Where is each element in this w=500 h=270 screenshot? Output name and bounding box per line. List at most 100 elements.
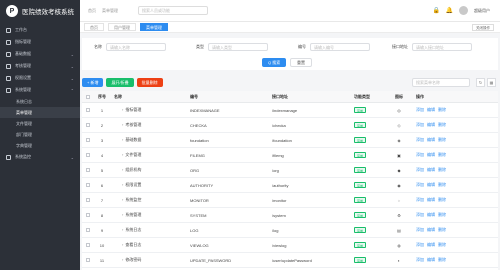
delete-link[interactable]: 删除 (438, 107, 446, 113)
row-checkbox[interactable] (86, 123, 90, 127)
row-checkbox[interactable] (86, 168, 90, 172)
tab-users[interactable]: 用户管理 (108, 23, 136, 31)
sidebar-item-dept[interactable]: 部门管理 (0, 129, 80, 140)
batch-delete-button[interactable]: 批量删除 (136, 77, 163, 87)
sidebar-item-system[interactable]: 系统管理 ⌃ (0, 84, 80, 96)
row-checkbox[interactable] (86, 108, 90, 112)
edit-link[interactable]: 编辑 (427, 182, 435, 188)
user-name[interactable]: 超级用户 (474, 8, 490, 14)
tab-home[interactable]: 首页 (84, 23, 104, 31)
table-row[interactable]: 9 › 系统日志 LOG/log 菜单 ▤ 添加 编辑 删除 (82, 223, 498, 238)
table-row[interactable]: 7 › 系统监控 MONITOR/monitor 菜单 ◌ 添加 编辑 删除 (82, 193, 498, 208)
delete-link[interactable]: 删除 (438, 167, 446, 173)
expand-caret-icon[interactable]: › (122, 137, 123, 142)
sidebar-item-syslog[interactable]: 系统日志 (0, 96, 80, 107)
table-row[interactable]: 1 › 指标管理 INDEXMANAGE/indexmanage 菜单 ◎ 添加 编辑 删除 (82, 103, 498, 118)
add-child-link[interactable]: 添加 (416, 182, 424, 188)
sidebar-item-permissions[interactable]: 权限设置 ⌄ (0, 72, 80, 84)
row-checkbox[interactable] (86, 258, 90, 262)
path-input[interactable]: 请输入接口地址 (412, 43, 472, 51)
edit-link[interactable]: 编辑 (427, 242, 435, 248)
edit-link[interactable]: 编辑 (427, 227, 435, 233)
expand-caret-icon[interactable]: › (122, 242, 123, 247)
bell-icon[interactable]: 🔔 (446, 7, 453, 14)
sidebar-item-monitor[interactable]: 系统监控 ⌄ (0, 151, 80, 163)
reset-button[interactable]: 重置 (290, 58, 312, 67)
edit-link[interactable]: 编辑 (427, 167, 435, 173)
type-input[interactable]: 请输入类型 (208, 43, 268, 51)
add-child-link[interactable]: 添加 (416, 257, 424, 263)
search-button[interactable]: Q 搜索 (262, 58, 287, 67)
sidebar-item-basedata[interactable]: 基础数据 ⌄ (0, 48, 80, 60)
select-all-checkbox[interactable] (86, 94, 90, 99)
add-child-link[interactable]: 添加 (416, 167, 424, 173)
delete-link[interactable]: 删除 (438, 137, 446, 143)
delete-link[interactable]: 删除 (438, 227, 446, 233)
table-row[interactable]: 5 › 组织机构 ORG/org 菜单 ◆ 添加 编辑 删除 (82, 163, 498, 178)
expand-caret-icon[interactable]: › (122, 257, 123, 262)
sidebar-item-menu-manage[interactable]: 菜单管理 (0, 107, 80, 118)
delete-link[interactable]: 删除 (438, 182, 446, 188)
name-input[interactable]: 请输入名称 (106, 43, 166, 51)
add-child-link[interactable]: 添加 (416, 107, 424, 113)
row-checkbox[interactable] (86, 198, 90, 202)
lock-icon[interactable]: 🔒 (433, 7, 440, 14)
sidebar-item-dict[interactable]: 字典管理 (0, 140, 80, 151)
delete-link[interactable]: 删除 (438, 242, 446, 248)
add-child-link[interactable]: 添加 (416, 212, 424, 218)
expand-caret-icon[interactable]: › (122, 182, 123, 187)
expand-caret-icon[interactable]: › (122, 167, 123, 172)
table-row[interactable]: 4 › 文件管理 FILEMG/filemg 菜单 ▣ 添加 编辑 删除 (82, 148, 498, 163)
expand-caret-icon[interactable]: › (122, 122, 123, 127)
add-child-link[interactable]: 添加 (416, 197, 424, 203)
edit-link[interactable]: 编辑 (427, 257, 435, 263)
breadcrumb-home[interactable]: 首页 (88, 8, 96, 14)
edit-link[interactable]: 编辑 (427, 137, 435, 143)
expand-collapse-button[interactable]: 展开/折叠 (106, 77, 134, 87)
table-row[interactable]: 3 › 基础数据 foundation/foundation 菜单 ◈ 添加 编辑 删除 (82, 133, 498, 148)
sidebar-item-files[interactable]: 文件管理 (0, 118, 80, 129)
expand-caret-icon[interactable]: › (122, 152, 123, 157)
columns-icon[interactable]: ▦ (487, 77, 496, 87)
edit-link[interactable]: 编辑 (427, 152, 435, 158)
table-row[interactable]: 10 › 查看日志 VIEWLOG/viewlog 菜单 ◍ 添加 编辑 删除 (82, 238, 498, 253)
delete-link[interactable]: 删除 (438, 257, 446, 263)
edit-link[interactable]: 编辑 (427, 107, 435, 113)
row-checkbox[interactable] (86, 228, 90, 232)
table-row[interactable]: 2 › 考核管理 CHECKA/checka 菜单 ◇ 添加 编辑 删除 (82, 118, 498, 133)
row-checkbox[interactable] (86, 153, 90, 157)
header-search-input[interactable]: 搜索人员或功能 (138, 6, 208, 15)
add-child-link[interactable]: 添加 (416, 122, 424, 128)
row-checkbox[interactable] (86, 183, 90, 187)
sidebar-item-dashboard[interactable]: 工作台 (0, 24, 80, 36)
tab-menu-manage[interactable]: 菜单管理 (140, 23, 168, 31)
row-checkbox[interactable] (86, 213, 90, 217)
table-row[interactable]: 6 › 权限设置 AUTHORITY/authority 菜单 ◉ 添加 编辑 删除 (82, 178, 498, 193)
add-child-link[interactable]: 添加 (416, 152, 424, 158)
tab-close-operations-button[interactable]: 关闭操作 (472, 24, 494, 31)
table-filter-input[interactable]: 搜索菜单名称 (412, 77, 470, 87)
delete-link[interactable]: 删除 (438, 212, 446, 218)
edit-link[interactable]: 编辑 (427, 197, 435, 203)
delete-link[interactable]: 删除 (438, 122, 446, 128)
delete-link[interactable]: 删除 (438, 197, 446, 203)
expand-caret-icon[interactable]: › (122, 227, 123, 232)
avatar[interactable] (459, 6, 468, 15)
edit-link[interactable]: 编辑 (427, 122, 435, 128)
code-input[interactable]: 请输入编号 (310, 43, 370, 51)
row-checkbox[interactable] (86, 243, 90, 247)
delete-link[interactable]: 删除 (438, 152, 446, 158)
add-button[interactable]: + 新增 (82, 77, 104, 87)
sidebar-item-indicators[interactable]: 指标管理 (0, 36, 80, 48)
expand-caret-icon[interactable]: › (122, 212, 123, 217)
refresh-icon[interactable]: ↻ (476, 77, 485, 87)
add-child-link[interactable]: 添加 (416, 242, 424, 248)
expand-caret-icon[interactable]: › (122, 197, 123, 202)
table-row[interactable]: 11 › 修改密码 UPDATE_PASSWORD/user/updatePasswo… (82, 253, 498, 268)
add-child-link[interactable]: 添加 (416, 227, 424, 233)
row-checkbox[interactable] (86, 138, 90, 142)
edit-link[interactable]: 编辑 (427, 212, 435, 218)
add-child-link[interactable]: 添加 (416, 137, 424, 143)
expand-caret-icon[interactable]: › (122, 107, 123, 112)
table-row[interactable]: 8 › 系统管理 SYSTEM/system 菜单 ⚙ 添加 编辑 删除 (82, 208, 498, 223)
